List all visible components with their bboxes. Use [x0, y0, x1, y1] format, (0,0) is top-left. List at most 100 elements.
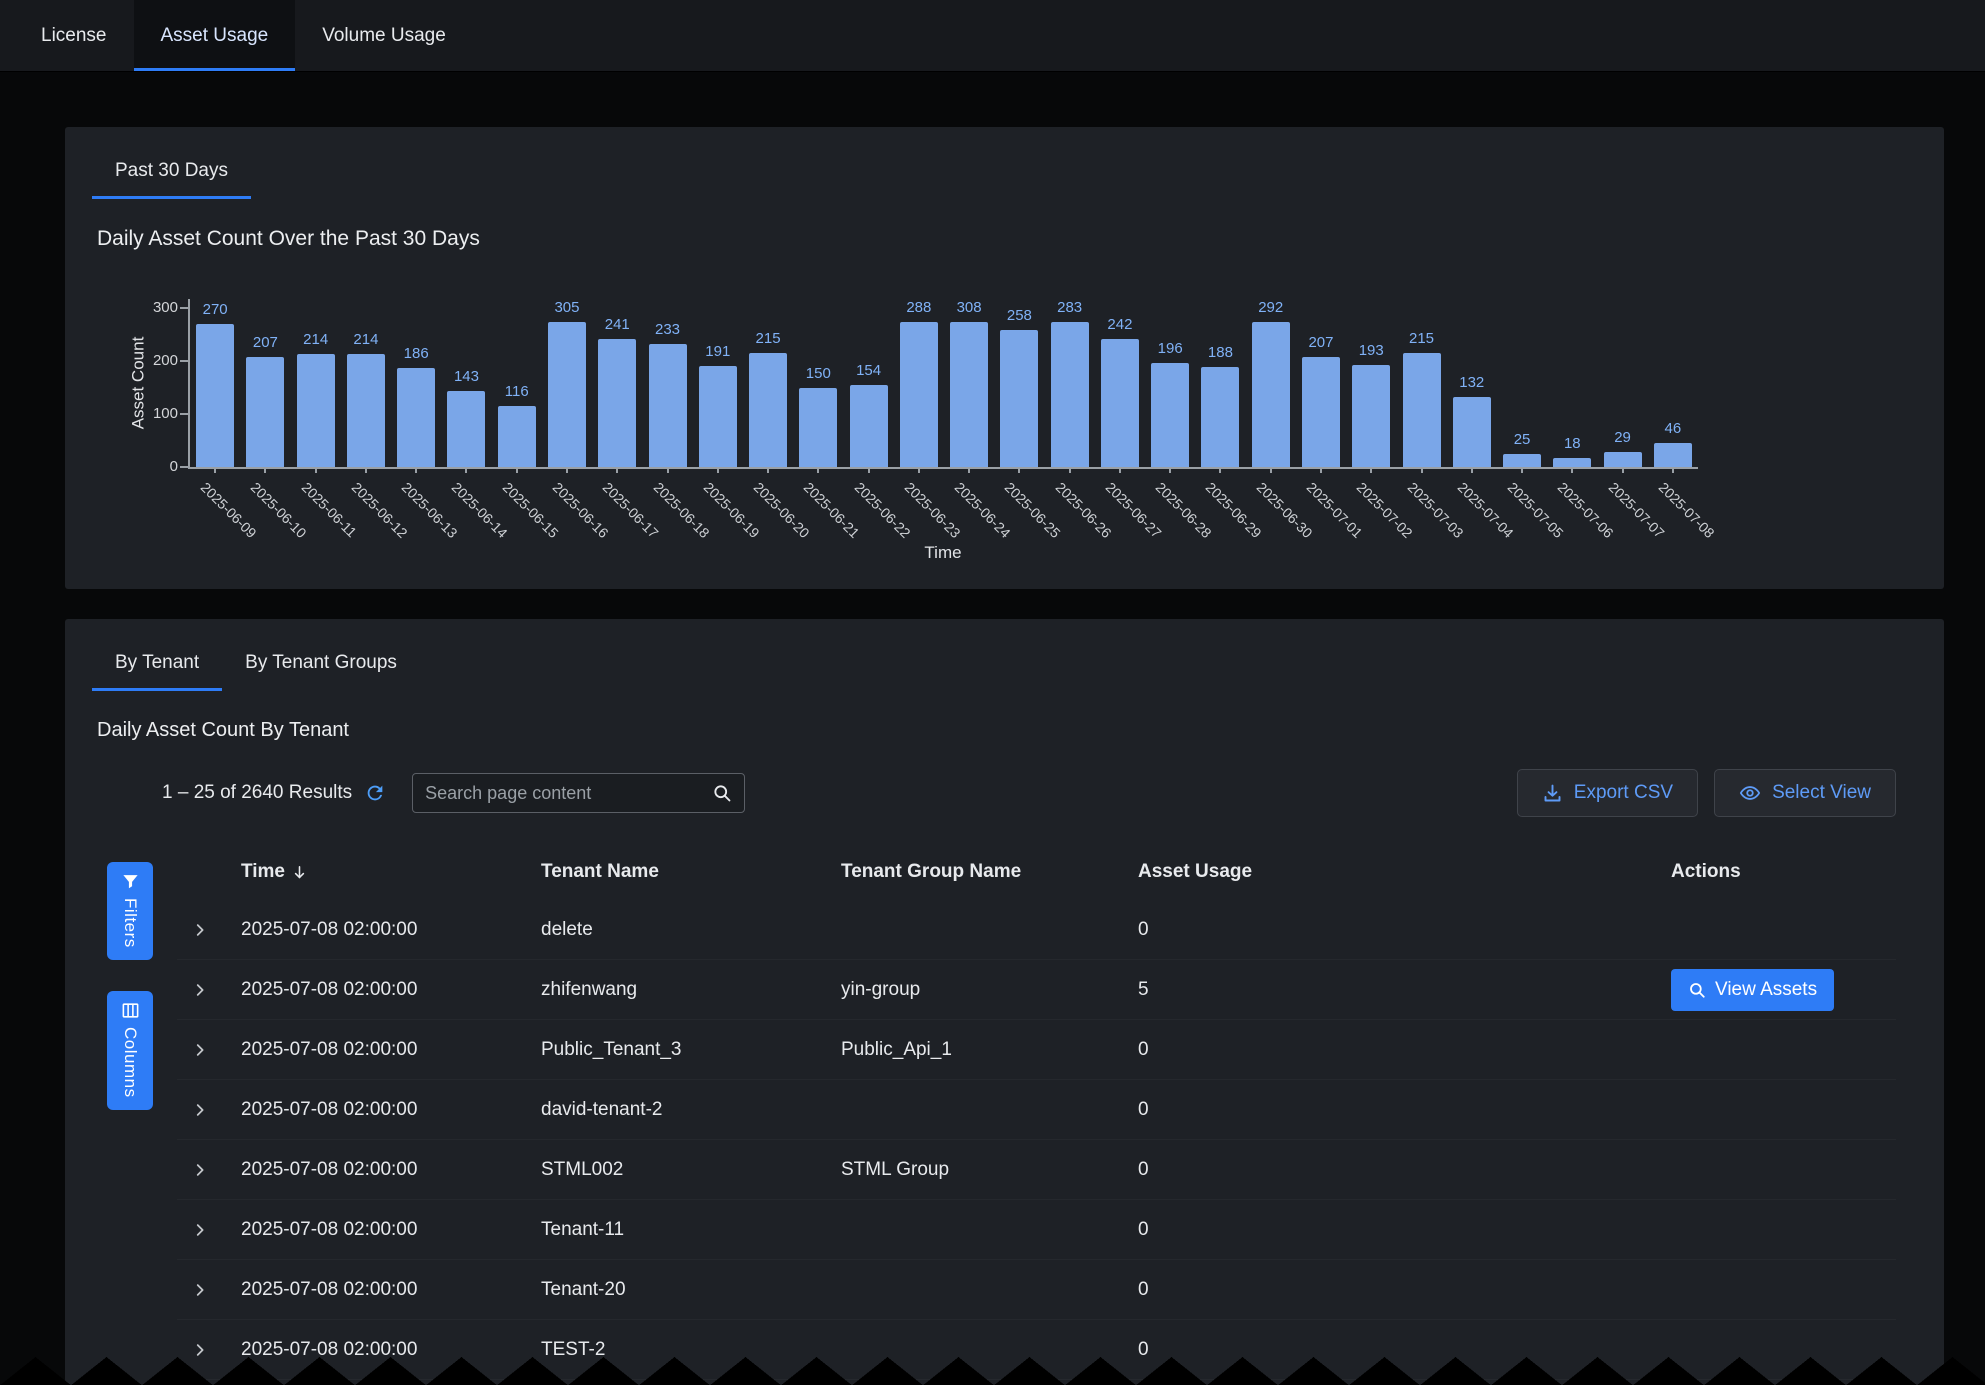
bar-value-label: 29 [1614, 429, 1631, 447]
table-row[interactable]: 2025-07-08 02:00:00 Public_Tenant_3 Publ… [177, 1020, 1896, 1080]
column-header-time[interactable]: Time [241, 861, 541, 883]
bar-value-label: 188 [1208, 344, 1233, 362]
bar-slot: 2142025-06-11 [291, 299, 341, 467]
bar[interactable] [548, 322, 586, 467]
bar[interactable] [196, 324, 234, 467]
column-header-asset-usage[interactable]: Asset Usage [1138, 861, 1671, 883]
cell-asset-usage: 0 [1138, 1039, 1671, 1061]
column-header-time-label: Time [241, 861, 285, 883]
bar[interactable] [297, 354, 335, 467]
column-header-tenant-name[interactable]: Tenant Name [541, 861, 841, 883]
tab-by-tenant-groups[interactable]: By Tenant Groups [222, 652, 420, 691]
bar[interactable] [950, 322, 988, 467]
bar-value-label: 215 [756, 330, 781, 348]
bar-slot: 3052025-06-16 [542, 299, 592, 467]
refresh-icon [364, 782, 386, 804]
cell-tenant-name: david-tenant-2 [541, 1099, 841, 1121]
y-tick-label: 0 [120, 458, 178, 476]
bar[interactable] [1302, 357, 1340, 467]
column-header-tenant-group-name[interactable]: Tenant Group Name [841, 861, 1138, 883]
bar[interactable] [447, 391, 485, 467]
row-expander-cell [177, 981, 241, 999]
table-row[interactable]: 2025-07-08 02:00:00 STML002 STML Group 0 [177, 1140, 1896, 1200]
bar[interactable] [1654, 443, 1692, 467]
refresh-button[interactable] [364, 782, 386, 804]
bar[interactable] [1553, 458, 1591, 468]
cell-asset-usage: 0 [1138, 919, 1671, 941]
bar-value-label: 150 [806, 365, 831, 383]
bar-slot: 292025-07-07 [1597, 299, 1647, 467]
bar[interactable] [850, 385, 888, 467]
chevron-right-icon[interactable] [191, 981, 209, 999]
filters-button[interactable]: Filters [107, 862, 153, 960]
torn-edge-decoration [0, 1357, 1985, 1385]
bar[interactable] [1000, 330, 1038, 467]
chevron-right-icon[interactable] [191, 1161, 209, 1179]
chevron-right-icon[interactable] [191, 1341, 209, 1359]
bar[interactable] [1101, 339, 1139, 467]
bar-slot: 1502025-06-21 [793, 299, 843, 467]
bar-value-label: 233 [655, 321, 680, 339]
column-header-actions: Actions [1671, 861, 1896, 883]
chevron-right-icon[interactable] [191, 1221, 209, 1239]
select-view-label: Select View [1772, 782, 1871, 804]
download-icon [1542, 783, 1563, 804]
bar[interactable] [1403, 353, 1441, 467]
tab-volume-usage[interactable]: Volume Usage [295, 0, 473, 71]
table-row[interactable]: 2025-07-08 02:00:00 Tenant-20 0 [177, 1260, 1896, 1320]
chevron-right-icon[interactable] [191, 1041, 209, 1059]
search-box[interactable] [412, 773, 745, 813]
chevron-right-icon[interactable] [191, 921, 209, 939]
columns-button[interactable]: Columns [107, 991, 153, 1110]
bar[interactable] [1151, 363, 1189, 467]
cell-tenant-name: STML002 [541, 1159, 841, 1181]
bar[interactable] [799, 388, 837, 468]
bar-value-label: 18 [1564, 435, 1581, 453]
chevron-right-icon[interactable] [191, 1281, 209, 1299]
table-title: Daily Asset Count By Tenant [97, 719, 1944, 742]
bar[interactable] [1503, 454, 1541, 467]
table-row[interactable]: 2025-07-08 02:00:00 zhifenwang yin-group… [177, 960, 1896, 1020]
bar[interactable] [699, 366, 737, 467]
bar-value-label: 308 [957, 299, 982, 317]
bar[interactable] [1252, 322, 1290, 467]
table-row[interactable]: 2025-07-08 02:00:00 Tenant-11 0 [177, 1200, 1896, 1260]
cell-time: 2025-07-08 02:00:00 [241, 919, 541, 941]
row-expander-cell [177, 1221, 241, 1239]
tab-license[interactable]: License [14, 0, 134, 71]
bar[interactable] [749, 353, 787, 467]
bar[interactable] [649, 344, 687, 468]
table-row[interactable]: 2025-07-08 02:00:00 david-tenant-2 0 [177, 1080, 1896, 1140]
view-assets-button[interactable]: View Assets [1671, 969, 1834, 1011]
search-input[interactable] [425, 783, 712, 804]
search-icon[interactable] [712, 783, 732, 803]
tab-past-30-days[interactable]: Past 30 Days [92, 160, 251, 199]
export-csv-button[interactable]: Export CSV [1517, 769, 1698, 817]
chevron-right-icon[interactable] [191, 1101, 209, 1119]
row-expander-cell [177, 1161, 241, 1179]
cell-time: 2025-07-08 02:00:00 [241, 1219, 541, 1241]
bar[interactable] [598, 339, 636, 467]
select-view-button[interactable]: Select View [1714, 769, 1896, 817]
columns-icon [121, 1001, 140, 1020]
row-expander-cell [177, 1341, 241, 1359]
tab-asset-usage[interactable]: Asset Usage [134, 0, 296, 71]
cell-asset-usage: 0 [1138, 1099, 1671, 1121]
table-row[interactable]: 2025-07-08 02:00:00 delete 0 [177, 900, 1896, 960]
bar[interactable] [1051, 322, 1089, 467]
bar[interactable] [1352, 365, 1390, 467]
bar-slot: 2332025-06-18 [642, 299, 692, 467]
bar[interactable] [900, 322, 938, 467]
bar[interactable] [1201, 367, 1239, 467]
bar[interactable] [498, 406, 536, 468]
bar[interactable] [246, 357, 284, 467]
bar[interactable] [347, 354, 385, 467]
cell-tenant-name: Public_Tenant_3 [541, 1039, 841, 1061]
asset-usage-table-card: By Tenant By Tenant Groups Daily Asset C… [65, 619, 1944, 1385]
bar-value-label: 292 [1258, 299, 1283, 317]
bar[interactable] [1453, 397, 1491, 467]
bar-slot: 1542025-06-22 [843, 299, 893, 467]
bar[interactable] [397, 368, 435, 467]
tab-by-tenant[interactable]: By Tenant [92, 652, 222, 691]
bar[interactable] [1604, 452, 1642, 467]
